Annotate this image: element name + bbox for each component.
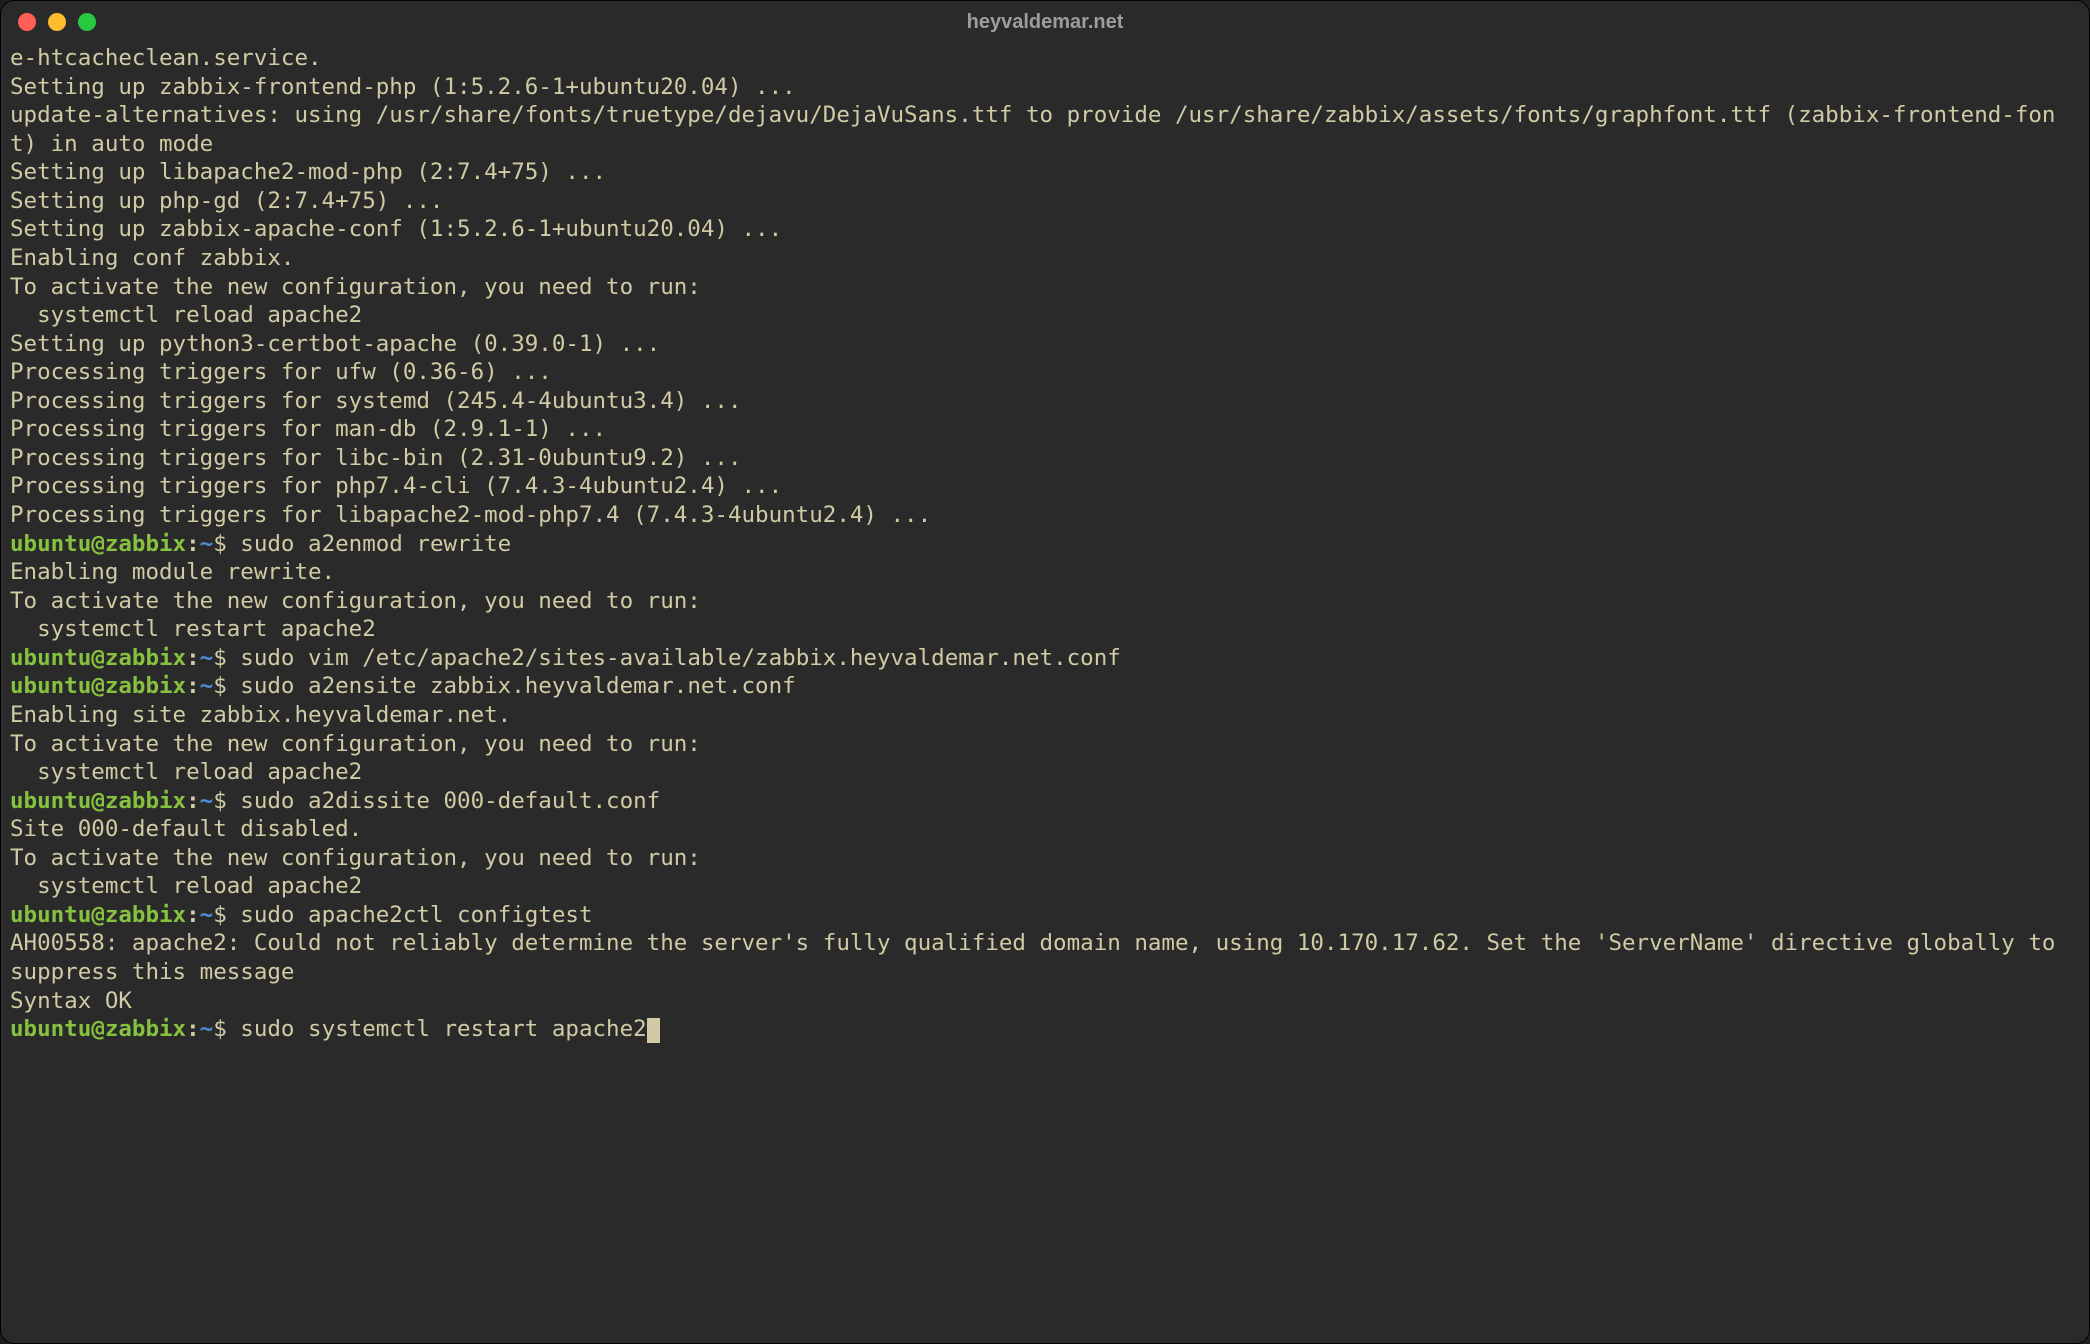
prompt-dollar: $ <box>213 1016 240 1042</box>
close-icon[interactable] <box>18 13 36 31</box>
prompt-user-host: ubuntu@zabbix <box>10 645 186 671</box>
prompt-path: ~ <box>200 645 214 671</box>
window-title: heyvaldemar.net <box>0 11 2090 34</box>
maximize-icon[interactable] <box>78 13 96 31</box>
terminal-command-line: ubuntu@zabbix:~$ sudo vim /etc/apache2/s… <box>10 644 2080 673</box>
terminal-output[interactable]: e-htcacheclean.service.Setting up zabbix… <box>0 44 2090 1344</box>
prompt-user-host: ubuntu@zabbix <box>10 531 186 557</box>
terminal-output-line: Enabling conf zabbix. <box>10 244 2080 273</box>
prompt-path: ~ <box>200 788 214 814</box>
terminal-output-line: Site 000-default disabled. <box>10 815 2080 844</box>
terminal-output-line: Syntax OK <box>10 987 2080 1016</box>
prompt-separator: : <box>186 531 200 557</box>
terminal-output-line: systemctl reload apache2 <box>10 872 2080 901</box>
prompt-path: ~ <box>200 902 214 928</box>
command-text: sudo a2ensite zabbix.heyvaldemar.net.con… <box>240 673 795 699</box>
command-text: sudo a2dissite 000-default.conf <box>240 788 660 814</box>
command-text: sudo a2enmod rewrite <box>240 531 511 557</box>
terminal-command-line: ubuntu@zabbix:~$ sudo a2enmod rewrite <box>10 530 2080 559</box>
prompt-separator: : <box>186 673 200 699</box>
terminal-output-line: Processing triggers for libapache2-mod-p… <box>10 501 2080 530</box>
terminal-output-line: To activate the new configuration, you n… <box>10 844 2080 873</box>
command-text: sudo vim /etc/apache2/sites-available/za… <box>240 645 1121 671</box>
terminal-output-line: update-alternatives: using /usr/share/fo… <box>10 101 2080 158</box>
prompt-separator: : <box>186 902 200 928</box>
terminal-command-line: ubuntu@zabbix:~$ sudo apache2ctl configt… <box>10 901 2080 930</box>
prompt-dollar: $ <box>213 788 240 814</box>
traffic-lights <box>18 13 96 31</box>
prompt-dollar: $ <box>213 645 240 671</box>
prompt-path: ~ <box>200 1016 214 1042</box>
terminal-output-line: Setting up python3-certbot-apache (0.39.… <box>10 330 2080 359</box>
terminal-output-line: Processing triggers for systemd (245.4-4… <box>10 387 2080 416</box>
prompt-dollar: $ <box>213 673 240 699</box>
terminal-output-line: Processing triggers for php7.4-cli (7.4.… <box>10 472 2080 501</box>
terminal-window: heyvaldemar.net e-htcacheclean.service.S… <box>0 0 2090 1344</box>
terminal-output-line: Processing triggers for man-db (2.9.1-1)… <box>10 415 2080 444</box>
titlebar: heyvaldemar.net <box>0 0 2090 44</box>
terminal-output-line: Setting up zabbix-apache-conf (1:5.2.6-1… <box>10 215 2080 244</box>
terminal-command-line: ubuntu@zabbix:~$ sudo systemctl restart … <box>10 1015 2080 1044</box>
minimize-icon[interactable] <box>48 13 66 31</box>
prompt-path: ~ <box>200 673 214 699</box>
terminal-output-line: e-htcacheclean.service. <box>10 44 2080 73</box>
terminal-output-line: systemctl reload apache2 <box>10 301 2080 330</box>
prompt-path: ~ <box>200 531 214 557</box>
terminal-output-line: systemctl reload apache2 <box>10 758 2080 787</box>
terminal-output-line: Setting up libapache2-mod-php (2:7.4+75)… <box>10 158 2080 187</box>
prompt-separator: : <box>186 788 200 814</box>
terminal-output-line: Processing triggers for libc-bin (2.31-0… <box>10 444 2080 473</box>
cursor <box>647 1018 661 1043</box>
terminal-output-line: Enabling site zabbix.heyvaldemar.net. <box>10 701 2080 730</box>
prompt-user-host: ubuntu@zabbix <box>10 673 186 699</box>
terminal-output-line: Setting up php-gd (2:7.4+75) ... <box>10 187 2080 216</box>
terminal-command-line: ubuntu@zabbix:~$ sudo a2ensite zabbix.he… <box>10 672 2080 701</box>
prompt-user-host: ubuntu@zabbix <box>10 788 186 814</box>
prompt-dollar: $ <box>213 531 240 557</box>
terminal-output-line: AH00558: apache2: Could not reliably det… <box>10 929 2080 986</box>
terminal-output-line: To activate the new configuration, you n… <box>10 273 2080 302</box>
terminal-output-line: Setting up zabbix-frontend-php (1:5.2.6-… <box>10 73 2080 102</box>
prompt-dollar: $ <box>213 902 240 928</box>
prompt-user-host: ubuntu@zabbix <box>10 1016 186 1042</box>
prompt-user-host: ubuntu@zabbix <box>10 902 186 928</box>
prompt-separator: : <box>186 1016 200 1042</box>
terminal-output-line: To activate the new configuration, you n… <box>10 730 2080 759</box>
terminal-output-line: Enabling module rewrite. <box>10 558 2080 587</box>
terminal-output-line: systemctl restart apache2 <box>10 615 2080 644</box>
command-text: sudo apache2ctl configtest <box>240 902 592 928</box>
terminal-output-line: Processing triggers for ufw (0.36-6) ... <box>10 358 2080 387</box>
terminal-command-line: ubuntu@zabbix:~$ sudo a2dissite 000-defa… <box>10 787 2080 816</box>
command-text: sudo systemctl restart apache2 <box>240 1016 646 1042</box>
terminal-output-line: To activate the new configuration, you n… <box>10 587 2080 616</box>
prompt-separator: : <box>186 645 200 671</box>
